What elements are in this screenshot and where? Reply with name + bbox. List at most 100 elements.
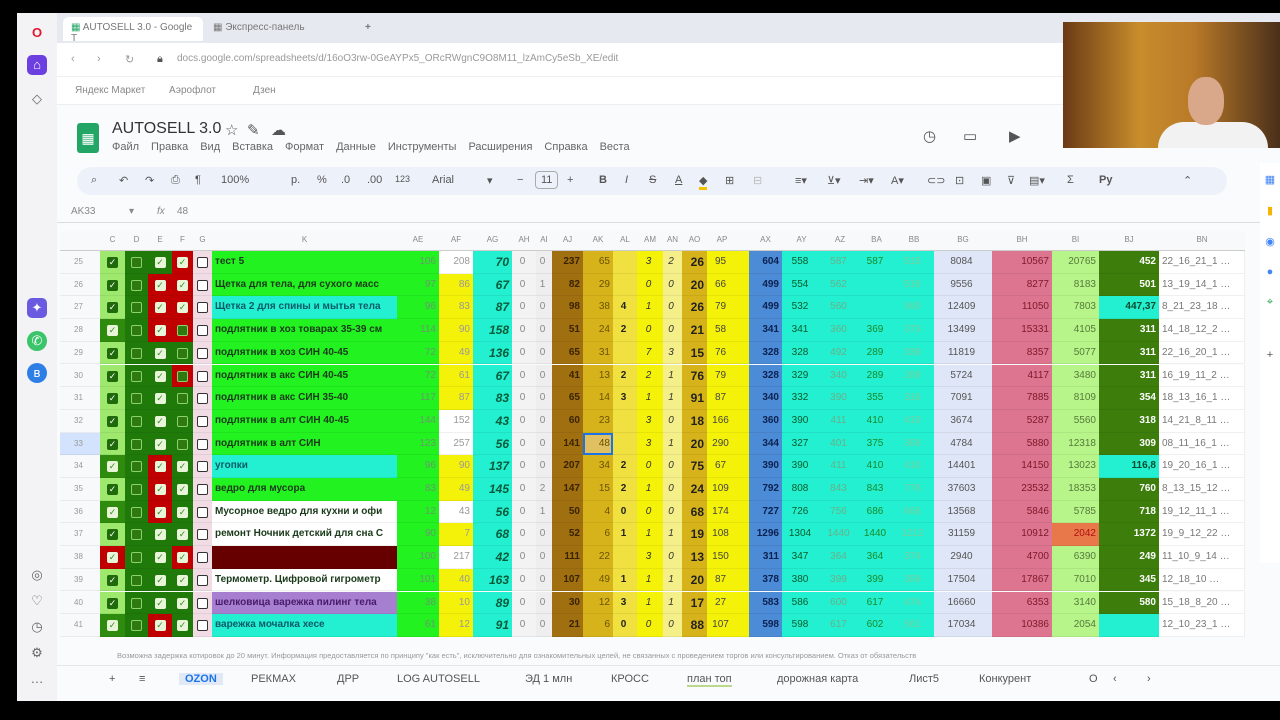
cell-bh[interactable]: 5880 (992, 432, 1052, 456)
cell-ba[interactable]: 369 (859, 319, 894, 342)
chart-icon[interactable]: ▣ (981, 174, 991, 187)
row-header[interactable]: 32 (60, 409, 100, 433)
url-field[interactable]: docs.google.com/spreadsheets/d/16oO3rw-0… (177, 53, 618, 64)
tasks-icon[interactable]: ◉ (1260, 235, 1280, 248)
cell-bj[interactable]: 311 (1099, 341, 1159, 365)
cell-ar[interactable] (737, 364, 749, 388)
column-header-az[interactable]: AZ (821, 235, 859, 244)
sheet-tab-plan-top[interactable]: план топ (687, 673, 732, 687)
cell-al[interactable]: 2 (613, 319, 637, 342)
checkbox-unchecked[interactable] (197, 393, 208, 405)
cell-ah[interactable]: 0 (512, 455, 536, 478)
checkbox-unchecked[interactable] (197, 597, 208, 609)
cell-bn[interactable]: 12_10_23_1 … (1159, 614, 1245, 637)
checkbox-checked[interactable]: ✓ (107, 438, 118, 450)
cell-bh[interactable]: 15331 (992, 319, 1052, 342)
cell-am[interactable]: 1 (637, 568, 663, 592)
checkbox-unchecked[interactable] (197, 552, 208, 564)
cell-bn[interactable]: 14_21_8_11 … (1159, 409, 1245, 433)
cell-bj[interactable]: 760 (1099, 478, 1159, 501)
product-name-cell[interactable]: ремонт Ночник детский для сна С (212, 523, 397, 547)
zoom-select[interactable]: 100% (221, 174, 249, 186)
column-header-ag[interactable]: AG (473, 235, 512, 244)
new-tab-button[interactable]: + (357, 17, 379, 41)
cell-an[interactable]: 0 (663, 478, 682, 501)
cell-ap[interactable]: 58 (707, 319, 737, 342)
cell-al[interactable]: 0 (613, 614, 637, 637)
cell-ai[interactable]: 0 (536, 296, 552, 320)
cell-bj[interactable]: 345 (1099, 568, 1159, 592)
checkbox-checked[interactable]: ✓ (107, 506, 118, 518)
row-header[interactable]: 35 (60, 478, 100, 501)
cell-bj[interactable]: 452 (1099, 251, 1159, 274)
cell-ae[interactable]: 144 (397, 409, 439, 433)
cell-ar[interactable] (737, 432, 749, 456)
cell-bb[interactable]: 515 (894, 251, 934, 274)
cell-aj[interactable]: 82 (552, 273, 583, 297)
cell-bj[interactable]: 309 (1099, 432, 1159, 456)
font-size-input[interactable]: 11 (535, 171, 559, 189)
cell-ap[interactable]: 174 (707, 500, 737, 524)
cell-ah[interactable]: 0 (512, 523, 536, 547)
input-tools-button[interactable]: Ру (1099, 174, 1112, 186)
cell-ai[interactable]: 0 (536, 387, 552, 410)
menu-vesta[interactable]: Веста (600, 141, 630, 153)
cell-az[interactable]: 340 (821, 364, 859, 388)
column-header-af[interactable]: AF (439, 235, 473, 244)
cell-ah[interactable]: 0 (512, 251, 536, 274)
history-icon[interactable]: ◎ (27, 565, 47, 585)
column-header-bg[interactable]: BG (934, 235, 992, 244)
cell-ax[interactable]: 344 (749, 432, 782, 456)
checkbox-unchecked[interactable] (177, 347, 188, 359)
cell-bi[interactable]: 5560 (1052, 409, 1099, 433)
checkbox-checked[interactable]: ✓ (107, 393, 118, 405)
row-header[interactable]: 28 (60, 319, 100, 342)
cell-bh[interactable]: 23532 (992, 478, 1052, 501)
cloud-icon[interactable]: ☁ (271, 121, 286, 139)
cell-an[interactable]: 0 (663, 273, 682, 297)
cell-af[interactable]: 40 (439, 568, 473, 592)
cell-bi[interactable]: 6390 (1052, 546, 1099, 569)
checkbox-checked[interactable]: ✓ (154, 302, 166, 314)
cell-aj[interactable]: 60 (552, 409, 583, 433)
bold-button[interactable]: B (599, 174, 607, 186)
column-header-ai[interactable]: AI (536, 235, 552, 244)
cell-bh[interactable]: 5287 (992, 409, 1052, 433)
cell-ae[interactable]: 114 (397, 319, 439, 342)
cell-ax[interactable]: 360 (749, 409, 782, 433)
checkbox-unchecked[interactable] (131, 529, 142, 541)
cell-af[interactable]: 217 (439, 546, 473, 569)
cell-am[interactable]: 2 (637, 364, 663, 388)
sheet-tab-kross[interactable]: КРОСС (611, 673, 649, 685)
cell-ax[interactable]: 604 (749, 251, 782, 274)
cell-an[interactable]: 0 (663, 296, 682, 320)
cell-ax[interactable]: 311 (749, 546, 782, 569)
row-header[interactable]: 33 (60, 432, 100, 456)
cell-bb[interactable]: 368 (894, 432, 934, 456)
cell-an[interactable]: 1 (663, 523, 682, 547)
cell-ag[interactable]: 137 (473, 455, 512, 478)
cell-ae[interactable]: 106 (397, 251, 439, 274)
cell-ax[interactable]: 1296 (749, 523, 782, 547)
font-select[interactable]: Arial (432, 174, 454, 186)
sheet-tab-competitor[interactable]: Конкурент (979, 673, 1031, 685)
cell-ar[interactable] (737, 500, 749, 524)
cell-ai[interactable]: 0 (536, 546, 552, 569)
cell-am[interactable]: 1 (637, 296, 663, 320)
checkbox-unchecked[interactable] (131, 461, 142, 473)
cell-ae[interactable]: 72 (397, 364, 439, 388)
cell-ba[interactable]: 289 (859, 341, 894, 365)
number-format-button[interactable]: 123 (395, 174, 410, 184)
cell-ak[interactable]: 4 (583, 500, 613, 524)
cell-bg[interactable]: 13499 (934, 319, 992, 342)
cell-af[interactable]: 257 (439, 432, 473, 456)
checkbox-unchecked[interactable] (131, 415, 142, 427)
cell-ap[interactable]: 79 (707, 364, 737, 388)
cell-ak[interactable]: 65 (583, 251, 613, 274)
column-header-bn[interactable]: BN (1159, 235, 1245, 244)
cell-az[interactable]: 364 (821, 546, 859, 569)
cell-ba[interactable]: 843 (859, 478, 894, 501)
cell-aj[interactable]: 141 (552, 432, 583, 456)
cell-ae[interactable]: 72 (397, 341, 439, 365)
checkbox-checked[interactable]: ✓ (107, 574, 118, 586)
